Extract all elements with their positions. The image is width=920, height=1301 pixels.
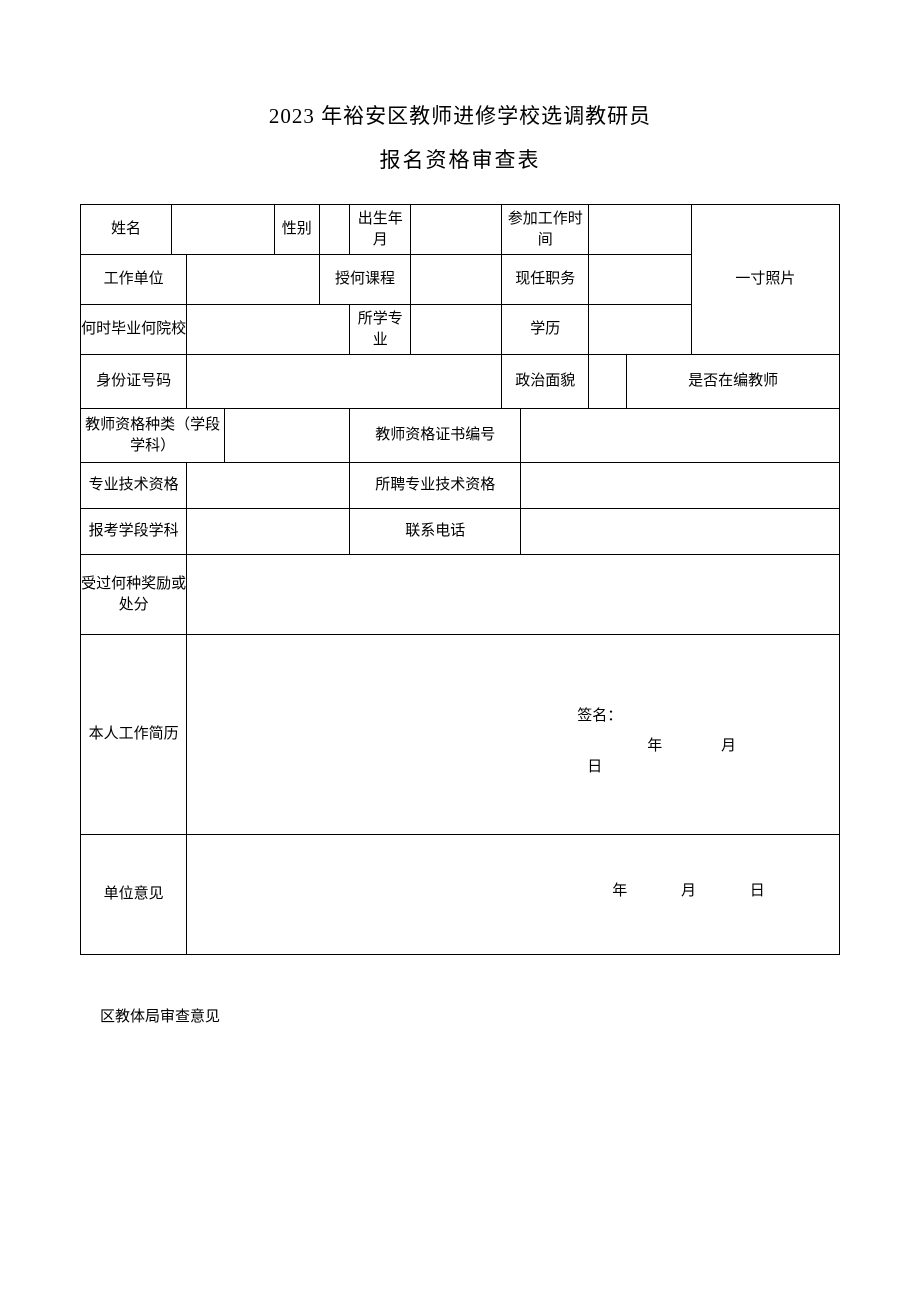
label-year-1: 年 bbox=[647, 736, 662, 757]
label-gender: 性别 bbox=[274, 205, 320, 255]
value-gender[interactable] bbox=[320, 205, 350, 255]
value-education[interactable] bbox=[589, 305, 691, 355]
label-signature: 签名： bbox=[577, 708, 622, 724]
value-id-number[interactable] bbox=[187, 355, 502, 409]
label-day-2: 日 bbox=[750, 881, 765, 902]
label-education: 学历 bbox=[502, 305, 589, 355]
label-teach-course: 授何课程 bbox=[320, 255, 411, 305]
label-is-regular-teacher: 是否在编教师 bbox=[627, 355, 840, 409]
label-join-work: 参加工作时间 bbox=[502, 205, 589, 255]
value-awards[interactable] bbox=[187, 555, 840, 635]
label-apply-subject: 报考学段学科 bbox=[81, 509, 187, 555]
value-work-unit[interactable] bbox=[187, 255, 320, 305]
value-political[interactable] bbox=[589, 355, 627, 409]
label-major: 所学专业 bbox=[350, 305, 411, 355]
label-work-unit: 工作单位 bbox=[81, 255, 187, 305]
value-unit-opinion-cell[interactable]: 年 月 日 bbox=[187, 835, 840, 955]
label-day-1: 日 bbox=[587, 757, 602, 778]
label-hired-title: 所聘专业技术资格 bbox=[350, 463, 521, 509]
value-join-work[interactable] bbox=[589, 205, 691, 255]
label-id-number: 身份证号码 bbox=[81, 355, 187, 409]
value-major[interactable] bbox=[411, 305, 502, 355]
label-awards: 受过何种奖励或处分 bbox=[81, 555, 187, 635]
value-pro-title[interactable] bbox=[187, 463, 350, 509]
value-apply-subject[interactable] bbox=[187, 509, 350, 555]
value-birth[interactable] bbox=[411, 205, 502, 255]
label-phone: 联系电话 bbox=[350, 509, 521, 555]
footer-review-opinion: 区教体局审查意见 bbox=[100, 1005, 840, 1026]
label-unit-opinion: 单位意见 bbox=[81, 835, 187, 955]
label-name: 姓名 bbox=[81, 205, 172, 255]
value-current-post[interactable] bbox=[589, 255, 691, 305]
value-phone[interactable] bbox=[521, 509, 840, 555]
value-cert-no[interactable] bbox=[521, 409, 840, 463]
label-cert-no: 教师资格证书编号 bbox=[350, 409, 521, 463]
label-month-1: 月 bbox=[721, 736, 736, 757]
label-cert-type: 教师资格种类（学段学科） bbox=[81, 409, 225, 463]
label-current-post: 现任职务 bbox=[502, 255, 589, 305]
label-year-2: 年 bbox=[612, 881, 627, 902]
label-birth: 出生年月 bbox=[350, 205, 411, 255]
label-grad-school: 何时毕业何院校 bbox=[81, 305, 187, 355]
page-title-block: 2023 年裕安区教师进修学校选调教研员 报名资格审查表 bbox=[80, 100, 840, 174]
label-political: 政治面貌 bbox=[502, 355, 589, 409]
value-name[interactable] bbox=[172, 205, 274, 255]
application-form-table: 姓名 性别 出生年月 参加工作时间 一寸照片 工作单位 授何课程 现任职务 何时… bbox=[80, 204, 840, 955]
photo-placeholder[interactable]: 一寸照片 bbox=[691, 205, 839, 355]
title-line-2: 报名资格审查表 bbox=[80, 144, 840, 174]
value-hired-title[interactable] bbox=[521, 463, 840, 509]
value-cert-type[interactable] bbox=[225, 409, 350, 463]
value-resume-cell[interactable]: 签名： 年 月 日 bbox=[187, 635, 840, 835]
value-teach-course[interactable] bbox=[411, 255, 502, 305]
value-grad-school[interactable] bbox=[187, 305, 350, 355]
label-pro-title: 专业技术资格 bbox=[81, 463, 187, 509]
label-month-2: 月 bbox=[681, 881, 696, 902]
title-line-1: 2023 年裕安区教师进修学校选调教研员 bbox=[80, 100, 840, 130]
label-resume: 本人工作简历 bbox=[81, 635, 187, 835]
